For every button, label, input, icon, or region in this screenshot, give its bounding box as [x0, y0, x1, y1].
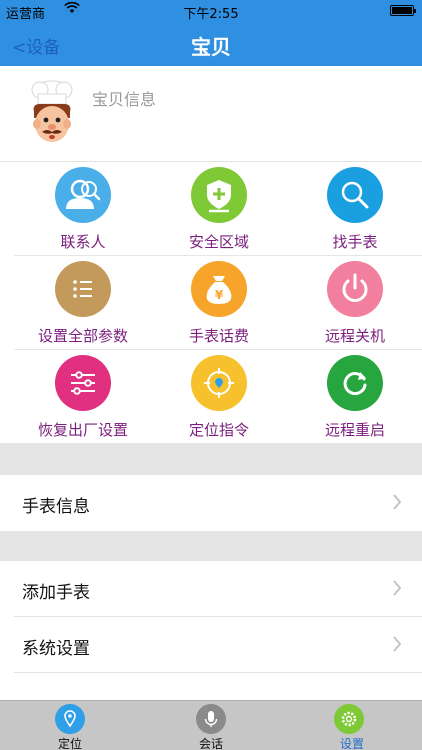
grid-row: 联系人 安全区域 找手表 — [14, 162, 422, 256]
gear-icon — [334, 704, 364, 734]
system-settings-label: 系统设置 — [22, 639, 90, 659]
microphone-icon — [196, 704, 226, 734]
function-grid: 联系人 安全区域 找手表 设置全部参数 ¥ 手表话费 远程关机 恢复出厂设置 定… — [14, 162, 422, 444]
remote-restart-label: 远程重启 — [324, 421, 385, 439]
remote-restart-button[interactable]: 远程重启 — [286, 350, 422, 444]
sliders-icon — [55, 355, 111, 411]
tab-bar: 定位 会话 设置 — [0, 700, 422, 750]
remote-shutdown-label: 远程关机 — [324, 327, 385, 345]
location-pin-icon — [55, 704, 85, 734]
list-settings-icon — [55, 261, 111, 317]
baby-info-label: 宝贝信息 — [92, 90, 157, 109]
safe-zone-button[interactable]: 安全区域 — [150, 162, 286, 256]
factory-reset-button[interactable]: 恢复出厂设置 — [14, 350, 150, 444]
restart-icon — [327, 355, 383, 411]
section-gap — [0, 531, 422, 561]
locate-command-label: 定位指令 — [188, 421, 249, 439]
section-gap — [0, 443, 422, 475]
chef-avatar-icon — [24, 78, 80, 148]
locate-command-button[interactable]: 定位指令 — [150, 350, 286, 444]
watch-credit-button[interactable]: ¥ 手表话费 — [150, 256, 286, 350]
battery-icon — [390, 5, 416, 16]
add-watch-row[interactable]: 添加手表 — [0, 561, 422, 617]
divider — [14, 672, 422, 673]
tab-location-label: 定位 — [57, 737, 82, 750]
add-watch-label: 添加手表 — [22, 583, 90, 603]
status-bar: 运营商 下午2:55 — [0, 0, 422, 22]
clock: 下午2:55 — [183, 7, 239, 22]
money-bag-icon: ¥ — [191, 261, 247, 317]
remote-shutdown-button[interactable]: 远程关机 — [286, 256, 422, 350]
locate-target-icon — [191, 355, 247, 411]
baby-info-row[interactable]: 宝贝信息 — [0, 66, 422, 162]
chevron-right-icon — [393, 494, 402, 510]
tab-settings-label: 设置 — [339, 737, 364, 750]
tab-settings[interactable]: 设置 — [282, 701, 422, 750]
svg-text:¥: ¥ — [215, 288, 224, 302]
magnifier-icon — [327, 167, 383, 223]
watch-credit-label: 手表话费 — [188, 327, 249, 345]
watch-info-row[interactable]: 手表信息 — [0, 475, 422, 531]
system-settings-row[interactable]: 系统设置 — [0, 617, 422, 673]
all-settings-label: 设置全部参数 — [37, 327, 128, 345]
tab-chat[interactable]: 会话 — [141, 701, 281, 750]
find-watch-label: 找手表 — [332, 233, 378, 251]
all-settings-button[interactable]: 设置全部参数 — [14, 256, 150, 350]
contacts-label: 联系人 — [60, 233, 106, 251]
grid-row: 恢复出厂设置 定位指令 远程重启 — [14, 350, 422, 444]
find-watch-button[interactable]: 找手表 — [286, 162, 422, 256]
contacts-button[interactable]: 联系人 — [14, 162, 150, 256]
shield-plus-icon — [191, 167, 247, 223]
contacts-icon — [55, 167, 111, 223]
tab-location[interactable]: 定位 — [0, 701, 140, 750]
page-title: 宝贝 — [191, 35, 231, 59]
factory-reset-label: 恢复出厂设置 — [37, 421, 128, 439]
power-icon — [327, 261, 383, 317]
chevron-right-icon — [393, 580, 402, 596]
navigation-bar: <设备 宝贝 — [0, 22, 422, 66]
grid-row: 设置全部参数 ¥ 手表话费 远程关机 — [14, 256, 422, 350]
watch-info-label: 手表信息 — [22, 497, 90, 517]
safe-zone-label: 安全区域 — [188, 233, 249, 251]
chevron-right-icon — [393, 636, 402, 652]
tab-chat-label: 会话 — [198, 737, 223, 750]
